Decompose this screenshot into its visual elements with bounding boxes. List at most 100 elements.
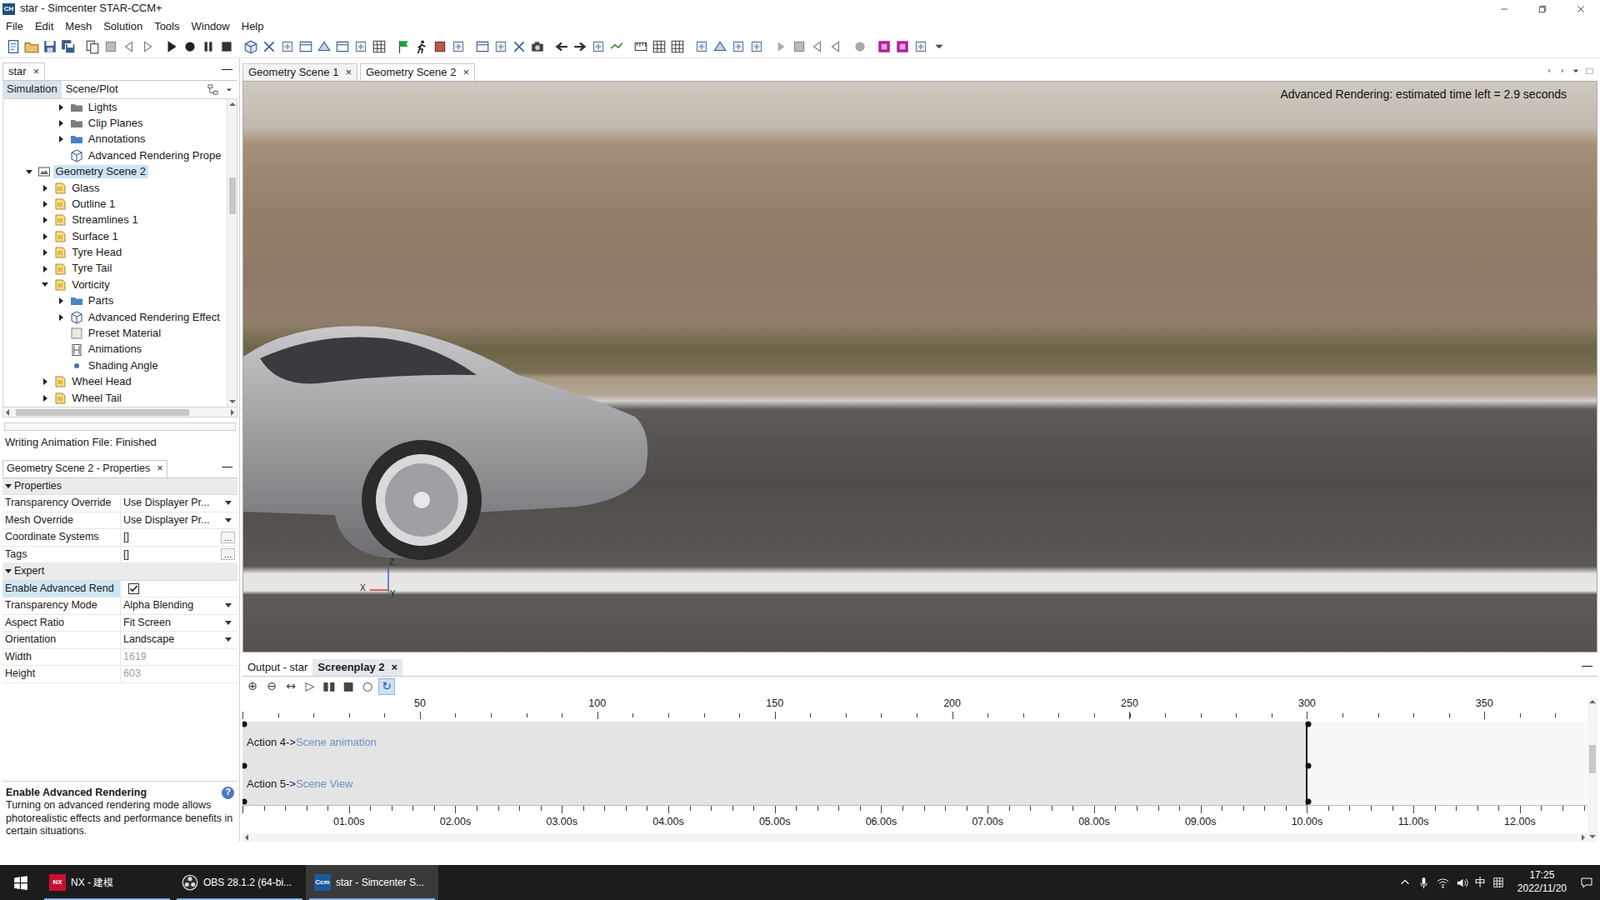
maximize-icon[interactable]	[1585, 66, 1595, 76]
expander[interactable]	[59, 135, 64, 143]
taskbar-app[interactable]: Ccmstar - Simcenter S...	[305, 865, 439, 900]
tool-icon[interactable]	[633, 39, 649, 55]
menu-item[interactable]: Mesh	[59, 18, 98, 35]
property-row[interactable]: Aspect RatioFit Screen	[2, 615, 238, 633]
bottom-tab[interactable]: Output - star	[242, 659, 313, 676]
property-value[interactable]: Use Displayer Pr...	[123, 514, 210, 528]
tree-item[interactable]: Annotations	[3, 131, 227, 148]
tool-icon[interactable]	[121, 39, 137, 55]
dropdown-arrow[interactable]	[225, 500, 232, 505]
tree-item[interactable]: Glass	[3, 180, 227, 196]
tree-item[interactable]: Shading Angle	[3, 357, 227, 374]
property-row[interactable]: Tags[]...	[2, 546, 238, 565]
tool-icon[interactable]	[432, 39, 448, 55]
tree-item[interactable]: Geometry Scene 2	[3, 164, 227, 180]
ellipsis-button[interactable]: ...	[220, 548, 235, 560]
scrollbar[interactable]	[242, 833, 1588, 842]
tree-item[interactable]: Clip Planes	[3, 115, 227, 131]
tool-icon[interactable]	[749, 39, 765, 55]
properties-tab[interactable]: Geometry Scene 2 - Properties×	[2, 460, 168, 478]
property-value[interactable]: Use Displayer Pr...	[123, 496, 210, 510]
property-value[interactable]: Alpha Blending	[123, 599, 194, 613]
tree-item[interactable]: Surface 1	[3, 228, 227, 245]
property-value[interactable]: Fit Screen	[123, 616, 171, 630]
tool-icon[interactable]	[773, 39, 789, 55]
tool-icon[interactable]	[530, 39, 545, 55]
expander[interactable]	[43, 185, 48, 192]
scene-tab[interactable]: Geometry Scene 2×	[360, 63, 475, 81]
menu-item[interactable]: Solution	[97, 18, 149, 35]
player-button[interactable]: ⊖	[263, 678, 280, 695]
help-icon[interactable]: ?	[221, 786, 235, 800]
tool-icon[interactable]	[353, 39, 369, 55]
tool-icon[interactable]	[280, 39, 295, 55]
tool-icon[interactable]	[298, 39, 314, 55]
taskbar-app[interactable]: NXNX - 建模	[40, 865, 174, 900]
close-button[interactable]: ×	[462, 65, 470, 80]
tool-icon[interactable]	[164, 39, 180, 55]
tool-icon[interactable]	[60, 39, 76, 55]
tool-icon[interactable]	[609, 39, 625, 55]
tree-item[interactable]: Animations	[3, 341, 227, 358]
dropdown-arrow[interactable]	[225, 637, 232, 642]
property-value[interactable]: Landscape	[123, 633, 175, 647]
expander[interactable]	[43, 265, 48, 273]
property-value[interactable]: []	[123, 548, 130, 562]
keyframe-dot[interactable]	[1305, 721, 1312, 728]
timeline[interactable]: 50100150200250300350Action 4->Scene anim…	[242, 696, 1588, 842]
tool-icon[interactable]	[182, 39, 198, 55]
expander[interactable]	[43, 378, 48, 385]
scene-viewport[interactable]: Advanced Rendering: estimated time left …	[242, 80, 1598, 653]
property-row[interactable]: Enable Advanced Rend	[2, 580, 238, 599]
expander[interactable]	[43, 216, 48, 224]
player-button[interactable]: ⊕	[244, 678, 261, 695]
player-button[interactable]: ▷	[301, 678, 319, 695]
simulation-tab[interactable]: star×	[2, 62, 45, 80]
tree-filter-icon[interactable]	[206, 83, 220, 96]
player-button[interactable]: ↔	[282, 678, 300, 695]
expander[interactable]	[43, 233, 48, 240]
keyframe-dot[interactable]	[1305, 763, 1312, 770]
taskbar-app[interactable]: OBS 28.1.2 (64-bi...	[173, 865, 306, 900]
action-row[interactable]: Action 4->Scene animation	[242, 721, 1588, 764]
tool-icon[interactable]	[590, 39, 606, 55]
volume-icon[interactable]	[1455, 876, 1469, 890]
tool-icon[interactable]	[572, 39, 588, 55]
property-value[interactable]: []	[123, 530, 130, 545]
action-row[interactable]: Action 5->Scene View	[242, 763, 1588, 805]
tree-item[interactable]: Vorticity	[3, 276, 227, 293]
player-button[interactable]: ○	[359, 678, 376, 695]
expander[interactable]	[59, 297, 64, 305]
tree-item[interactable]: Streamlines 1	[3, 212, 227, 229]
tool-icon[interactable]	[219, 39, 235, 55]
microphone-icon[interactable]	[1417, 876, 1430, 890]
menu-item[interactable]: File	[0, 18, 30, 35]
property-section[interactable]: Expert	[2, 563, 238, 581]
tree-item[interactable]: Wheel Tail	[3, 390, 227, 406]
close-button[interactable]: ×	[390, 660, 398, 675]
tool-icon[interactable]	[651, 39, 667, 55]
tool-icon[interactable]	[103, 39, 119, 55]
tree-item[interactable]: Wheel Head	[3, 374, 227, 390]
notifications-icon[interactable]	[1580, 875, 1594, 890]
scene-tab[interactable]: Geometry Scene 1×	[242, 63, 358, 81]
property-row[interactable]: Transparency OverrideUse Displayer Pr...	[2, 495, 238, 513]
tree-item[interactable]: Lights	[3, 99, 227, 115]
tool-icon[interactable]	[511, 39, 527, 55]
tool-icon[interactable]	[913, 39, 929, 55]
tool-icon[interactable]	[810, 39, 825, 55]
expander[interactable]	[59, 314, 64, 321]
tree-item[interactable]: Parts	[3, 293, 227, 310]
tool-icon[interactable]	[712, 39, 728, 55]
dropdown-arrow[interactable]	[225, 603, 232, 608]
menu-item[interactable]: Help	[235, 18, 270, 35]
network-icon[interactable]	[1436, 876, 1450, 890]
keyframe-dot[interactable]	[1305, 799, 1312, 805]
expander[interactable]	[25, 170, 33, 175]
player-button[interactable]: ↻	[378, 678, 395, 695]
close-button[interactable]: ×	[345, 65, 352, 80]
tool-icon[interactable]	[828, 39, 844, 55]
keyboard-layout-icon[interactable]	[1492, 876, 1505, 889]
tool-icon[interactable]	[243, 39, 259, 55]
expander[interactable]	[43, 249, 48, 256]
